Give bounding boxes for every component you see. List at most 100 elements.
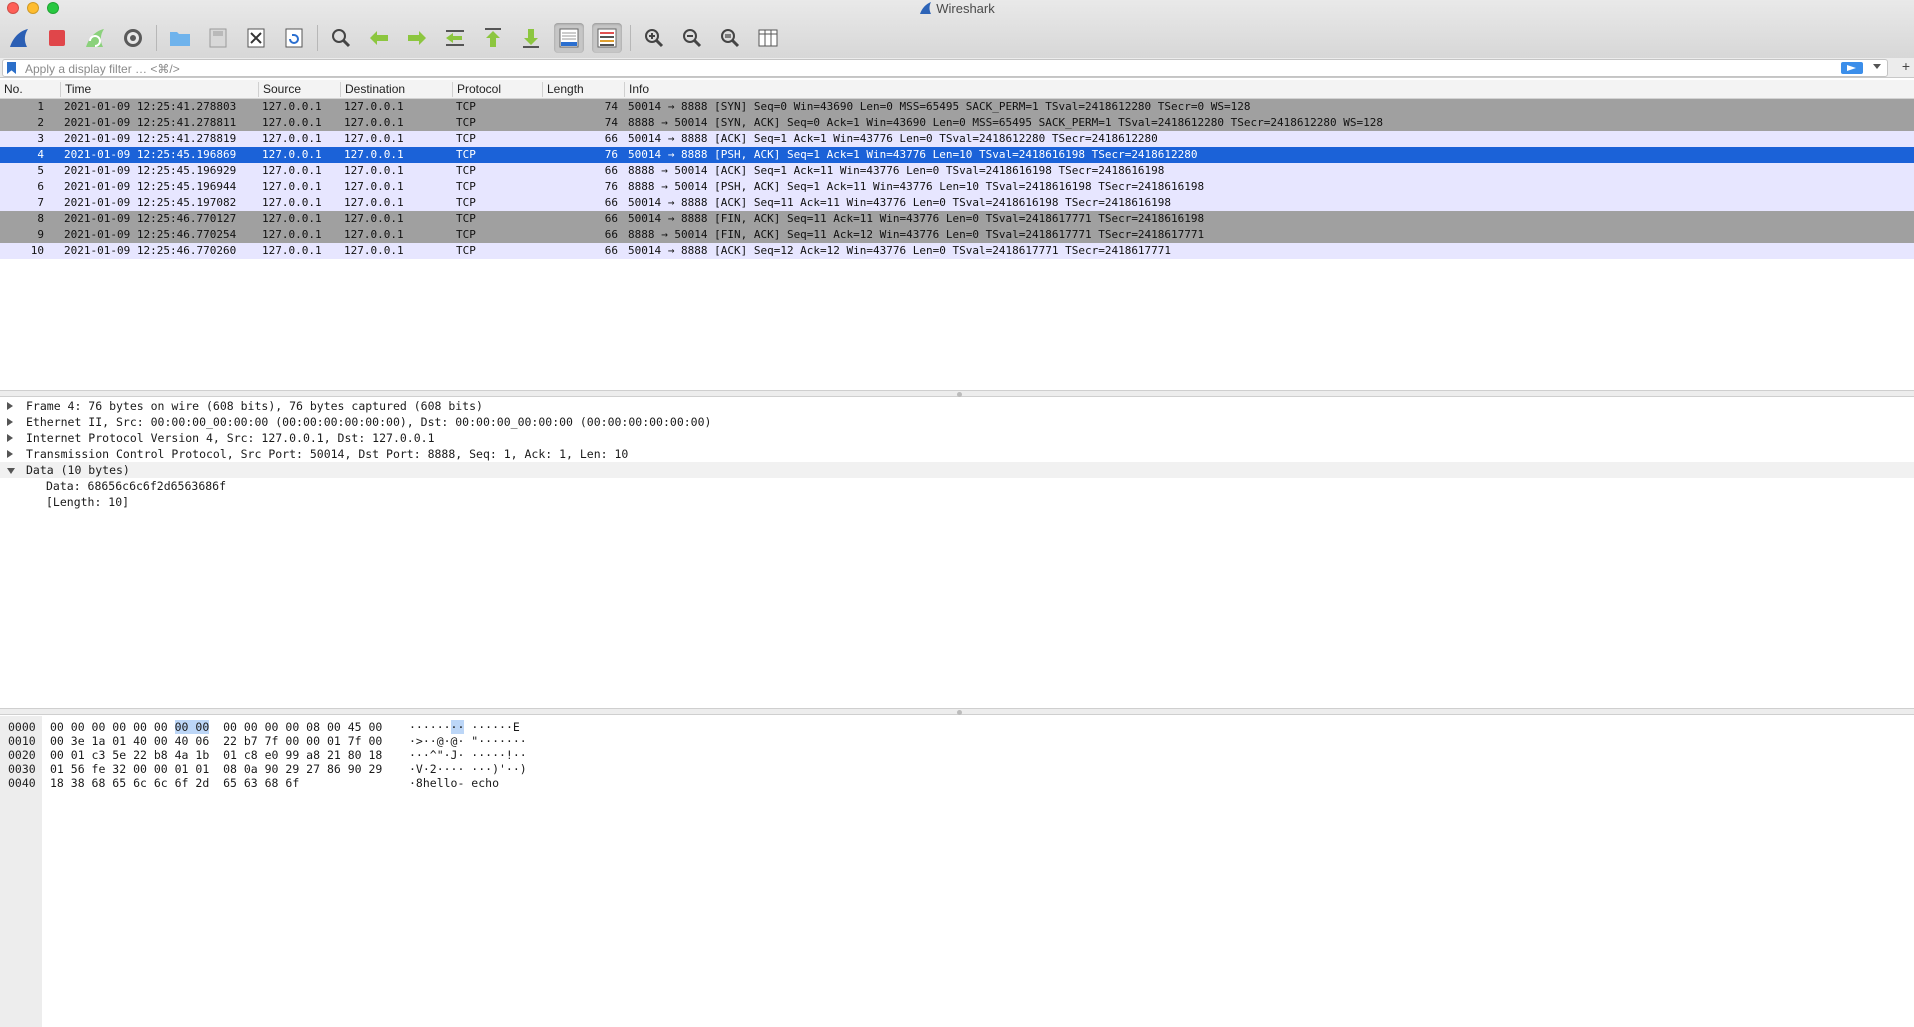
stop-capture-button[interactable] (42, 23, 72, 53)
detail-tree-item[interactable]: Internet Protocol Version 4, Src: 127.0.… (0, 430, 1914, 446)
reload-file-button[interactable] (279, 23, 309, 53)
packet-info: 50014 → 8888 [ACK] Seq=1 Ack=1 Win=43776… (628, 132, 1158, 145)
packet-destination: 127.0.0.1 (344, 180, 404, 193)
last-packet-button[interactable] (516, 23, 546, 53)
packet-length: 76 (604, 148, 618, 161)
ascii-text: ······ (409, 720, 451, 734)
detail-tree-item[interactable]: Ethernet II, Src: 00:00:00_00:00:00 (00:… (0, 414, 1914, 430)
packet-row[interactable]: 1 2021-01-09 12:25:41.278803 127.0.0.1 127.… (0, 99, 1914, 115)
column-header-source[interactable]: Source (258, 82, 340, 97)
autoscroll-button[interactable] (554, 23, 584, 53)
restart-capture-icon (86, 29, 104, 47)
resize-columns-button[interactable] (753, 23, 783, 53)
hex-ascii[interactable]: ·V·2···· ···)'··) (409, 762, 527, 776)
packet-row[interactable]: 6 2021-01-09 12:25:45.196944 127.0.0.1 127.… (0, 179, 1914, 195)
detail-tree-item[interactable]: [Length: 10] (0, 494, 1914, 510)
hex-bytes-text: 01 56 fe 32 00 00 01 01 08 0a 90 29 27 8… (50, 762, 383, 776)
resize-columns-icon (758, 29, 778, 47)
detail-tree-item[interactable]: Frame 4: 76 bytes on wire (608 bits), 76… (0, 398, 1914, 414)
ascii-text: ·8hello- echo (409, 776, 500, 790)
packet-source: 127.0.0.1 (262, 148, 322, 161)
packet-length: 66 (604, 196, 618, 209)
hex-offset: 0010 (8, 734, 36, 748)
column-header-destination[interactable]: Destination (340, 82, 452, 97)
hex-row: 0040 18 38 68 65 6c 6c 6f 2d 65 63 68 6f ·… (0, 776, 1914, 790)
save-file-button[interactable] (203, 23, 233, 53)
packet-row[interactable]: 5 2021-01-09 12:25:45.196929 127.0.0.1 127.… (0, 163, 1914, 179)
go-forward-button[interactable] (402, 23, 432, 53)
capture-options-button[interactable] (118, 23, 148, 53)
column-header-time[interactable]: Time (60, 82, 258, 97)
column-header-length[interactable]: Length (542, 82, 624, 97)
hex-bytes[interactable]: 18 38 68 65 6c 6c 6f 2d 65 63 68 6f (50, 776, 299, 790)
go-forward-icon (408, 31, 426, 45)
packet-time: 2021-01-09 12:25:46.770260 (64, 244, 237, 257)
packet-no: 10 (30, 244, 44, 257)
packet-row[interactable]: 2 2021-01-09 12:25:41.278811 127.0.0.1 127.… (0, 115, 1914, 131)
go-back-button[interactable] (364, 23, 394, 53)
hex-bytes[interactable]: 01 56 fe 32 00 00 01 01 08 0a 90 29 27 8… (50, 762, 382, 776)
column-header-protocol[interactable]: Protocol (452, 82, 542, 97)
packet-row[interactable]: 10 2021-01-09 12:25:46.770260 127.0.0.1 127… (0, 243, 1914, 259)
disclosure-collapsed-icon[interactable] (7, 434, 13, 442)
packet-time: 2021-01-09 12:25:45.196869 (64, 148, 237, 161)
restart-capture-button[interactable] (80, 23, 110, 53)
hex-bytes[interactable]: 00 01 c3 5e 22 b8 4a 1b 01 c8 e0 99 a8 2… (50, 748, 382, 762)
disclosure-expanded-icon[interactable] (7, 468, 15, 474)
filter-bookmark-icon[interactable] (7, 62, 16, 74)
hex-ascii[interactable]: ·8hello- echo (409, 776, 499, 790)
start-capture-button[interactable] (4, 23, 34, 53)
packet-row[interactable]: 9 2021-01-09 12:25:46.770254 127.0.0.1 127.… (0, 227, 1914, 243)
title-bar: Wireshark (0, 0, 1914, 62)
window-title: Wireshark (0, 1, 1914, 16)
packet-length: 66 (604, 132, 618, 145)
detail-tree-item[interactable]: Transmission Control Protocol, Src Port:… (0, 446, 1914, 462)
go-back-icon (370, 31, 388, 45)
disclosure-collapsed-icon[interactable] (7, 450, 13, 458)
first-packet-button[interactable] (478, 23, 508, 53)
packet-row[interactable]: 8 2021-01-09 12:25:46.770127 127.0.0.1 127.… (0, 211, 1914, 227)
zoom-in-button[interactable] (639, 23, 669, 53)
hex-ascii[interactable]: ········ ······E (409, 720, 520, 734)
pane-splitter[interactable] (0, 708, 1914, 715)
display-filter-input[interactable]: Apply a display filter … <⌘/> (2, 59, 1888, 77)
packet-protocol: TCP (456, 212, 476, 225)
packet-protocol: TCP (456, 196, 476, 209)
packet-row[interactable]: 7 2021-01-09 12:25:45.197082 127.0.0.1 127.… (0, 195, 1914, 211)
add-filter-button-icon[interactable]: + (1902, 58, 1910, 74)
colorize-button[interactable] (592, 23, 622, 53)
ascii-text: ·V·2···· ···)'··) (409, 762, 527, 776)
packet-row[interactable]: 4 2021-01-09 12:25:45.196869 127.0.0.1 127.… (0, 147, 1914, 163)
detail-item-text: Internet Protocol Version 4, Src: 127.0.… (26, 431, 435, 445)
filter-history-dropdown-icon[interactable] (1873, 64, 1881, 69)
toolbar-separator (317, 25, 318, 51)
hex-bytes[interactable]: 00 3e 1a 01 40 00 40 06 22 b7 7f 00 00 0… (50, 734, 382, 748)
packet-row[interactable]: 3 2021-01-09 12:25:41.278819 127.0.0.1 127.… (0, 131, 1914, 147)
column-header-info[interactable]: Info (624, 82, 924, 97)
hex-bytes-text: 00 01 c3 5e 22 b8 4a 1b 01 c8 e0 99 a8 2… (50, 748, 383, 762)
normal-size-button[interactable] (715, 23, 745, 53)
packet-source: 127.0.0.1 (262, 116, 322, 129)
open-file-button[interactable] (165, 23, 195, 53)
detail-tree-item[interactable]: Data (10 bytes) (0, 462, 1914, 478)
start-capture-icon (10, 29, 28, 47)
go-to-packet-button[interactable] (440, 23, 470, 53)
disclosure-collapsed-icon[interactable] (7, 418, 13, 426)
detail-item-text: Transmission Control Protocol, Src Port:… (26, 447, 629, 461)
apply-filter-button[interactable] (1841, 62, 1863, 74)
hex-ascii[interactable]: ···^"·J· ·····!·· (409, 748, 527, 762)
column-header-no[interactable]: No. (0, 82, 23, 97)
hex-bytes-text: 18 38 68 65 6c 6c 6f 2d 65 63 68 6f (50, 776, 300, 790)
hex-bytes[interactable]: 00 00 00 00 00 00 00 00 00 00 00 00 08 0… (50, 720, 382, 734)
disclosure-collapsed-icon[interactable] (7, 402, 13, 410)
hex-offset: 0000 (8, 720, 36, 734)
hex-ascii[interactable]: ·>··@·@· "······· (409, 734, 527, 748)
pane-splitter[interactable] (0, 390, 1914, 397)
find-packet-button[interactable] (326, 23, 356, 53)
detail-tree-item[interactable]: Data: 68656c6c6f2d6563686f (0, 478, 1914, 494)
close-file-button[interactable] (241, 23, 271, 53)
zoom-out-button[interactable] (677, 23, 707, 53)
packet-no: 1 (37, 100, 44, 113)
display-filter-bar: Apply a display filter … <⌘/> + (0, 58, 1914, 78)
packet-destination: 127.0.0.1 (344, 244, 404, 257)
